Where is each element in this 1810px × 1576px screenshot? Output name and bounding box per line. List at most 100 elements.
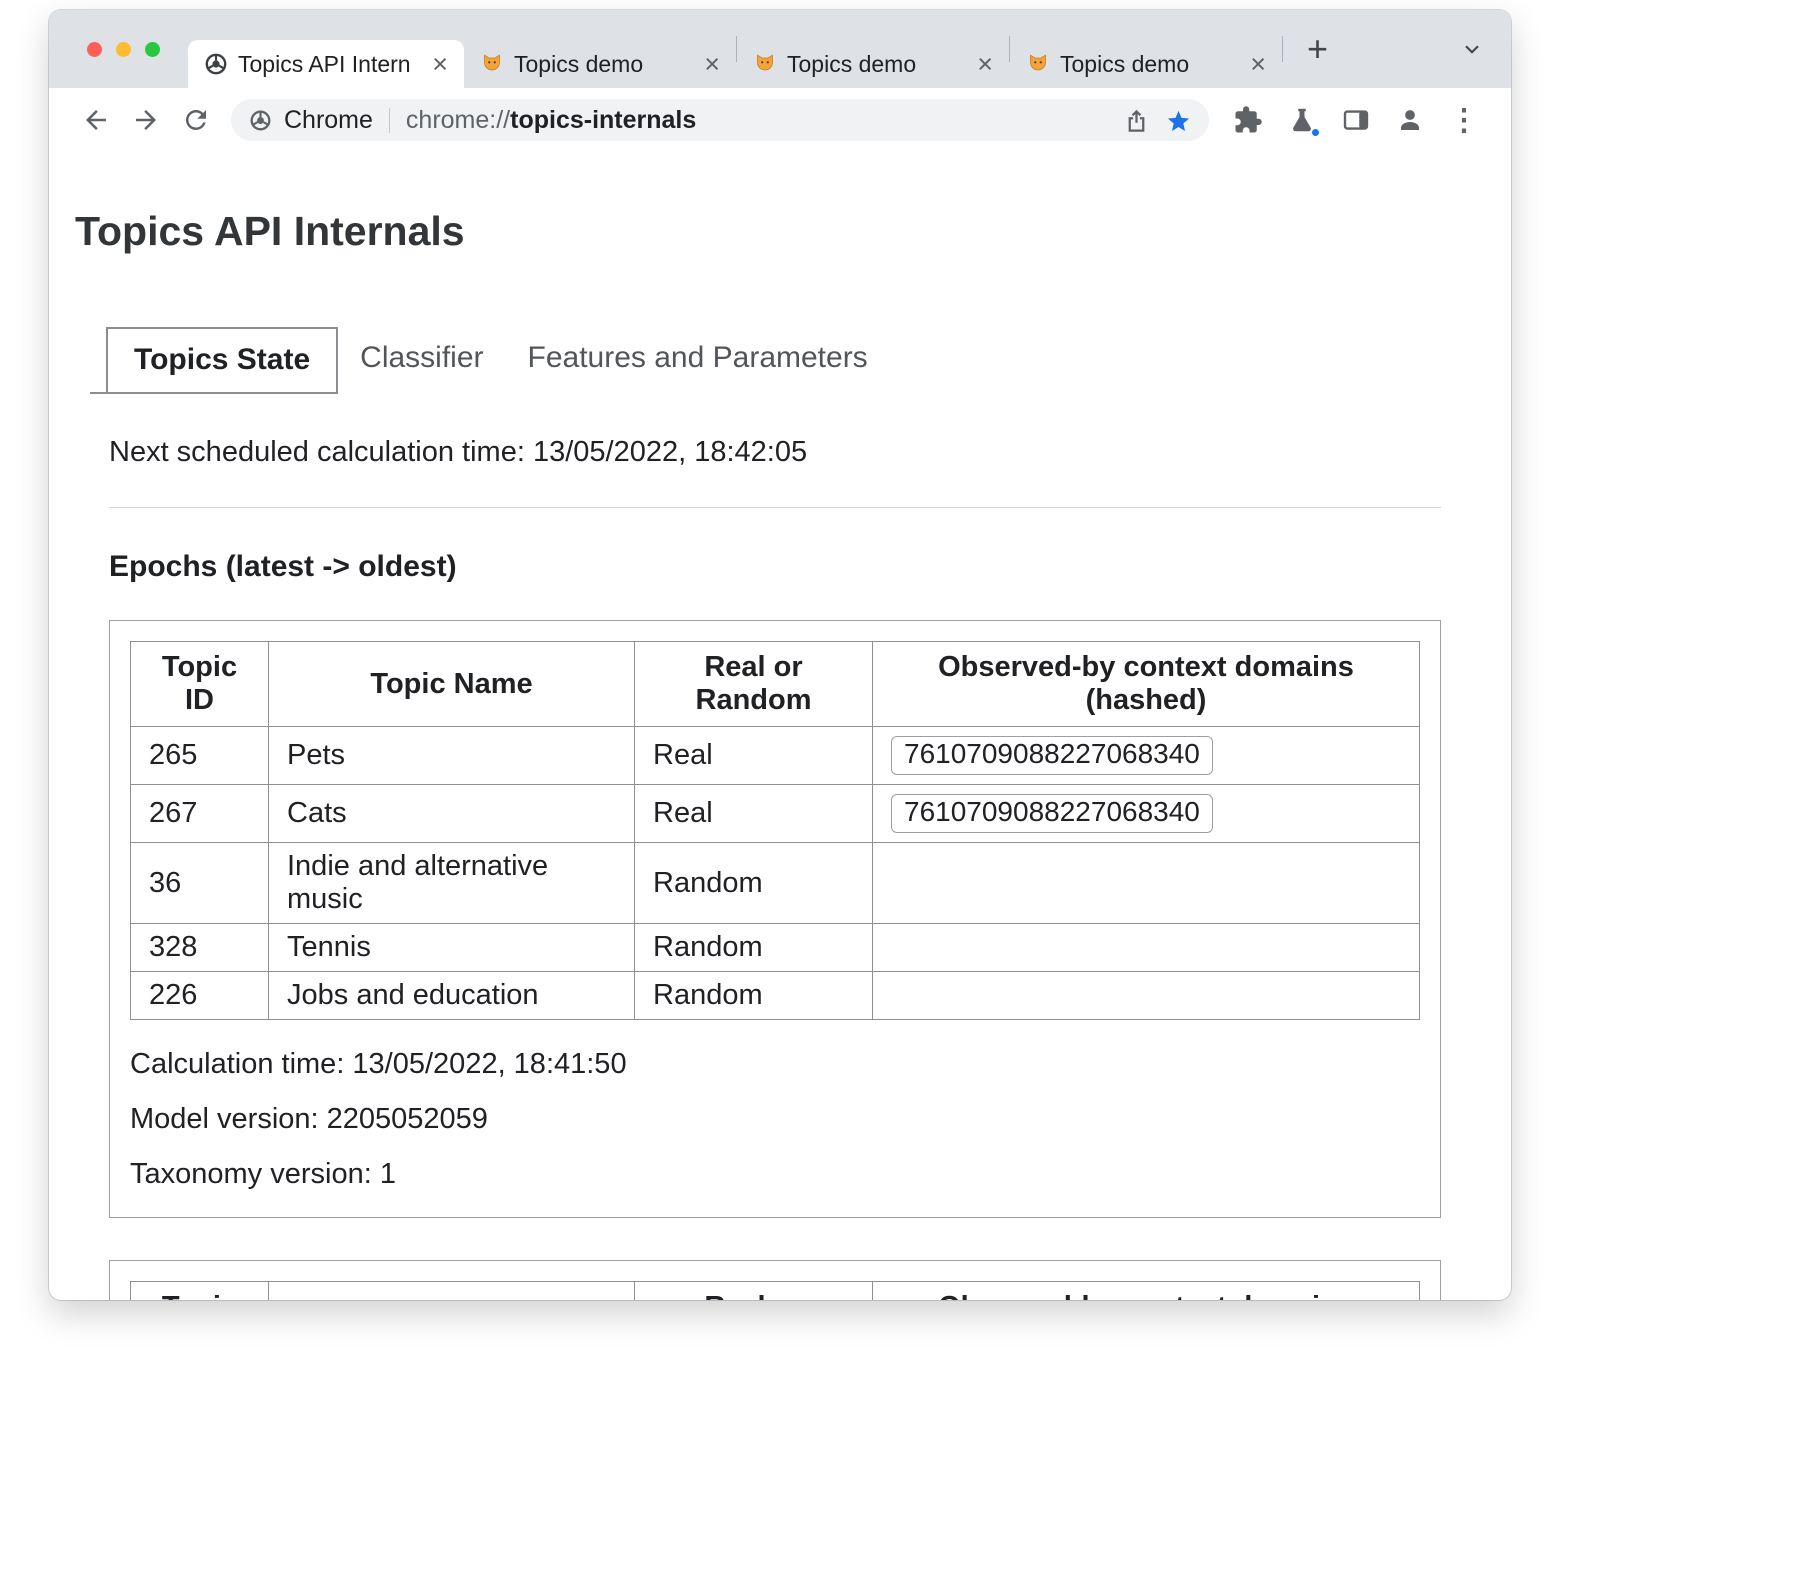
url-host: topics-internals (510, 106, 696, 134)
topic-id-cell: 267 (131, 785, 269, 843)
close-tab-icon[interactable]: × (971, 51, 999, 78)
real-or-random-cell: Real (635, 785, 873, 843)
column-header: Topic Name (269, 642, 635, 727)
column-header: Real or Random (635, 1282, 873, 1300)
share-icon[interactable] (1115, 99, 1157, 141)
topic-name-cell: Pets (269, 727, 635, 785)
new-tab-button[interactable]: + (1299, 29, 1336, 69)
window-controls (49, 42, 188, 57)
table-header-row: Topic IDTopic NameReal or RandomObserved… (131, 1282, 1420, 1300)
menu-dots-icon[interactable]: ⋮ (1441, 97, 1487, 143)
minimize-window-button[interactable] (116, 42, 131, 57)
tab-divider (1282, 36, 1283, 62)
column-header: Topic ID (131, 1282, 269, 1300)
table-header-row: Topic IDTopic NameReal or RandomObserved… (131, 642, 1420, 727)
chrome-logo-icon (249, 109, 272, 132)
column-header: Real or Random (635, 642, 873, 727)
browser-tab-topics-demo-2[interactable]: Topics demo × (737, 40, 1009, 88)
topic-name-cell: Jobs and education (269, 972, 635, 1020)
tab-title: Topics API Intern (238, 51, 416, 78)
browser-toolbar: Chrome chrome://topics-internals (49, 88, 1511, 152)
observed-domains-cell: 7610709088227068340 (873, 785, 1420, 843)
close-tab-icon[interactable]: × (1244, 51, 1272, 78)
cat-icon (753, 52, 777, 76)
real-or-random-cell: Random (635, 924, 873, 972)
table-row: 265PetsReal 7610709088227068340 (131, 727, 1420, 785)
tab-topics-state[interactable]: Topics State (106, 327, 338, 394)
topics-table: Topic IDTopic NameReal or RandomObserved… (130, 1281, 1420, 1300)
epoch-box-latest: Topic IDTopic NameReal or RandomObserved… (109, 620, 1441, 1218)
taxonomy-version: Taxonomy version: 1 (130, 1158, 1420, 1191)
experiments-flask-icon[interactable] (1279, 97, 1325, 143)
real-or-random-cell: Random (635, 972, 873, 1020)
extensions-puzzle-icon[interactable] (1225, 97, 1271, 143)
next-calculation-time: Next scheduled calculation time: 13/05/2… (109, 436, 1441, 469)
page-content: Topics API Internals Topics State Classi… (49, 208, 1511, 1300)
back-icon[interactable] (73, 97, 119, 143)
topics-state-panel: Next scheduled calculation time: 13/05/2… (75, 436, 1441, 1300)
screenshot-stage: Topics API Intern × Topics demo × Topics… (0, 0, 1810, 1576)
column-header: Observed-by context domains (hashed) (873, 642, 1420, 727)
reload-icon[interactable] (173, 97, 219, 143)
address-bar[interactable]: Chrome chrome://topics-internals (231, 99, 1209, 141)
observed-domains-cell (873, 924, 1420, 972)
cat-icon (1026, 52, 1050, 76)
zoom-window-button[interactable] (145, 42, 160, 57)
url-scheme: chrome:// (406, 106, 510, 134)
close-tab-icon[interactable]: × (426, 51, 454, 78)
site-label: Chrome (284, 106, 373, 135)
real-or-random-cell: Real (635, 727, 873, 785)
observed-domains-cell (873, 972, 1420, 1020)
tab-row-edge (90, 327, 106, 394)
calculation-time: Calculation time: 13/05/2022, 18:41:50 (130, 1048, 1420, 1081)
table-row: 328TennisRandom (131, 924, 1420, 972)
column-header: Topic ID (131, 642, 269, 727)
topics-table: Topic IDTopic NameReal or RandomObserved… (130, 641, 1420, 1020)
epoch-box-older: Topic IDTopic NameReal or RandomObserved… (109, 1260, 1441, 1300)
tab-title: Topics demo (787, 51, 961, 78)
real-or-random-cell: Random (635, 843, 873, 924)
close-tab-icon[interactable]: × (698, 51, 726, 78)
topic-id-cell: 36 (131, 843, 269, 924)
notification-dot (1310, 127, 1321, 138)
tab-strip: Topics API Intern × Topics demo × Topics… (49, 10, 1511, 88)
tab-title: Topics demo (1060, 51, 1234, 78)
topic-name-cell: Tennis (269, 924, 635, 972)
tab-features-and-parameters[interactable]: Features and Parameters (506, 327, 890, 394)
browser-window: Topics API Intern × Topics demo × Topics… (49, 10, 1511, 1300)
url-text[interactable]: chrome://topics-internals (406, 106, 696, 135)
browser-tab-topics-internals[interactable]: Topics API Intern × (188, 40, 464, 88)
side-panel-icon[interactable] (1333, 97, 1379, 143)
page-title: Topics API Internals (75, 208, 1441, 255)
browser-tab-topics-demo-1[interactable]: Topics demo × (464, 40, 736, 88)
tab-search-chevron-icon[interactable] (1459, 36, 1485, 62)
observed-domains-cell (873, 843, 1420, 924)
omnibox-divider (389, 108, 390, 133)
topic-id-cell: 328 (131, 924, 269, 972)
topic-name-cell: Indie and alternative music (269, 843, 635, 924)
browser-tab-topics-demo-3[interactable]: Topics demo × (1010, 40, 1282, 88)
topic-name-cell: Cats (269, 785, 635, 843)
epoch-metadata: Calculation time: 13/05/2022, 18:41:50 M… (130, 1048, 1420, 1191)
observed-domains-cell: 7610709088227068340 (873, 727, 1420, 785)
epochs-heading: Epochs (latest -> oldest) (109, 550, 1441, 584)
toolbar-icons: ⋮ (1225, 97, 1487, 143)
model-version: Model version: 2205052059 (130, 1103, 1420, 1136)
table-row: 36Indie and alternative musicRandom (131, 843, 1420, 924)
table-row: 267CatsReal 7610709088227068340 (131, 785, 1420, 843)
tab-classifier[interactable]: Classifier (338, 327, 505, 394)
page-tabs: Topics State Classifier Features and Par… (90, 327, 1441, 394)
domain-hash-box[interactable]: 7610709088227068340 (891, 794, 1213, 833)
chrome-logo-icon (204, 52, 228, 76)
profile-avatar-icon[interactable] (1387, 97, 1433, 143)
forward-icon[interactable] (123, 97, 169, 143)
topic-id-cell: 265 (131, 727, 269, 785)
close-window-button[interactable] (87, 42, 102, 57)
divider (109, 507, 1441, 508)
bookmark-star-icon[interactable] (1157, 99, 1199, 141)
topic-id-cell: 226 (131, 972, 269, 1020)
domain-hash-box[interactable]: 7610709088227068340 (891, 736, 1213, 775)
cat-icon (480, 52, 504, 76)
column-header: Observed-by context domains (hashed) (873, 1282, 1420, 1300)
column-header: Topic Name (269, 1282, 635, 1300)
